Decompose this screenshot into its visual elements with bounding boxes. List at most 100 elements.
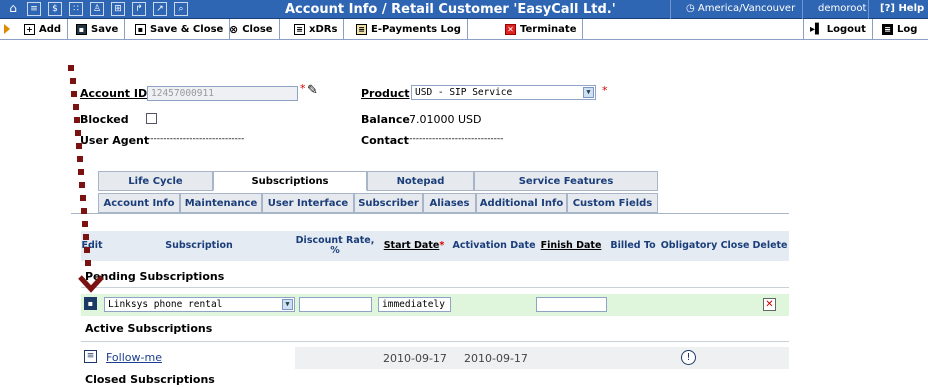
edit-pencil-icon[interactable]: ✎ (307, 83, 318, 98)
terminate-icon: ✕ (505, 23, 516, 35)
dollar-icon[interactable]: $ (48, 2, 62, 16)
blocked-checkbox[interactable] (146, 113, 157, 124)
close-label: Close (242, 23, 273, 35)
tab-subscriber[interactable]: Subscriber (354, 193, 423, 213)
col-billed-to: Billed To (610, 240, 656, 251)
epayments-log-button[interactable]: ≡ E-Payments Log (350, 19, 468, 39)
stats-icon[interactable]: ↗ (153, 2, 167, 16)
help-link[interactable]: [?] Help (880, 3, 924, 14)
person-icon[interactable]: ♙ (90, 2, 104, 16)
xdrs-label: xDRs (309, 23, 338, 35)
terminate-button[interactable]: ✕ Terminate (499, 19, 584, 39)
closed-subscriptions-title: Closed Subscriptions (85, 373, 215, 386)
subscription-select-value: Linksys phone rental (108, 299, 223, 310)
account-id-field: 12457000911 (147, 86, 298, 101)
floppy-icon: ▪ (135, 23, 146, 35)
document-icon: ≡ (294, 23, 305, 35)
active-activation-date: 2010-09-17 (464, 352, 528, 365)
col-subscription: Subscription (165, 240, 233, 251)
user-name[interactable]: demoroot (818, 3, 866, 14)
subscriptions-table-header: Edit Subscription Discount Rate, % Start… (81, 231, 789, 261)
floppy-icon: ▪ (76, 23, 87, 35)
logout-button[interactable]: ▸▌ Logout (803, 19, 873, 39)
col-start-date[interactable]: Start Date * (375, 231, 453, 261)
add-button[interactable]: + Add (18, 19, 69, 39)
save-button[interactable]: ▪ Save (70, 19, 126, 39)
active-finish-cell (535, 347, 607, 369)
home-icon[interactable]: ⌂ (6, 2, 20, 16)
tab-subscriptions[interactable]: Subscriptions (213, 171, 367, 191)
save-label: Save (91, 23, 119, 35)
subscription-link-follow-me[interactable]: Follow-me (106, 351, 162, 364)
active-subscriptions-title: Active Subscriptions (85, 322, 213, 335)
balance-label: Balance (361, 113, 410, 126)
blocked-label: Blocked (80, 113, 129, 126)
tab-account-info[interactable]: Account Info (98, 193, 180, 213)
divider (802, 0, 803, 19)
search-icon[interactable]: ⌕ (174, 2, 188, 16)
pending-obligatory-cell (659, 294, 719, 316)
terminate-label: Terminate (520, 23, 577, 35)
network-icon[interactable]: ⊞ (111, 2, 125, 16)
timezone-label[interactable]: ◷ America/Vancouver (686, 3, 795, 14)
log-icon: ≡ (882, 23, 893, 35)
list-icon[interactable]: ≡ (27, 2, 41, 16)
add-label: Add (39, 23, 62, 35)
save-close-button[interactable]: ▪ Save & Close (129, 19, 231, 39)
finish-date-input[interactable] (536, 297, 607, 312)
divider (868, 0, 869, 19)
toolbar: + Add ▪ Save ▪ Save & Close ⊗ Close ≡ xDRs ≡ E… (0, 19, 928, 40)
divider (81, 287, 789, 288)
tab-aliases[interactable]: Aliases (423, 193, 476, 213)
close-button[interactable]: ⊗ Close (223, 19, 280, 39)
log-icon: ≡ (356, 23, 367, 35)
routing-icon[interactable]: ↱ (132, 2, 146, 16)
tab-maintenance[interactable]: Maintenance (180, 193, 262, 213)
active-start-date: 2010-09-17 (383, 352, 447, 365)
col-finish-date[interactable]: Finish Date (535, 231, 607, 261)
tab-notepad[interactable]: Notepad (367, 171, 474, 191)
discount-rate-input[interactable] (299, 297, 372, 312)
product-select[interactable]: USD - SIP Service ▼ (411, 85, 596, 100)
top-nav-bar: ⌂ ≡ $ ∷ ♙ ⊞ ↱ ↗ ⌕ Account Info / Retail … (0, 0, 928, 19)
logout-label: Logout (826, 23, 866, 35)
contact-value: ------------------------------ (406, 134, 504, 144)
delete-icon[interactable]: ✕ (763, 298, 776, 311)
product-label: Product (361, 87, 410, 100)
contact-label: Contact (361, 134, 409, 147)
page-title: Account Info / Retail Customer 'EasyCall… (285, 2, 616, 17)
xdrs-button[interactable]: ≡ xDRs (288, 19, 345, 39)
tab-life-cycle[interactable]: Life Cycle (98, 171, 213, 191)
active-close-cell (719, 347, 751, 369)
log-label: Log (897, 23, 918, 35)
subscription-select[interactable]: Linksys phone rental ▼ (104, 297, 295, 312)
account-id-label: Account ID (80, 87, 148, 100)
tab-additional-info[interactable]: Additional Info (476, 193, 567, 213)
active-discount-cell (295, 347, 375, 369)
help-icon: [?] (880, 3, 899, 14)
col-discount-rate: Discount Rate, % (295, 235, 375, 256)
active-billed-cell (607, 347, 659, 369)
save-row-icon[interactable]: ▪ (84, 297, 97, 310)
save-close-label: Save & Close (150, 23, 224, 35)
tab-custom-fields[interactable]: Custom Fields (567, 193, 658, 213)
log-button[interactable]: ≡ Log (876, 19, 923, 39)
col-delete: Delete (752, 240, 788, 251)
clock-icon: ◷ (686, 3, 698, 14)
col-obligatory: Obligatory (660, 240, 718, 251)
edit-row-icon[interactable]: ≡ (84, 350, 97, 363)
tab-user-interface[interactable]: User Interface (262, 193, 354, 213)
start-date-input[interactable]: immediately (378, 297, 451, 312)
tab-service-features[interactable]: Service Features (474, 171, 658, 191)
group-icon[interactable]: ∷ (69, 2, 83, 16)
required-marker: * (300, 82, 306, 95)
chevron-down-icon: ▼ (583, 87, 594, 98)
product-select-value: USD - SIP Service (415, 87, 513, 98)
user-agent-value: ------------------------------ (147, 134, 245, 144)
start-date-text: Start Date (383, 240, 440, 251)
col-close: Close (720, 240, 750, 251)
pending-activation-cell (453, 294, 535, 316)
obligatory-info-icon: ! (681, 350, 696, 365)
active-delete-cell (751, 347, 789, 369)
timezone-text: America/Vancouver (697, 3, 796, 14)
